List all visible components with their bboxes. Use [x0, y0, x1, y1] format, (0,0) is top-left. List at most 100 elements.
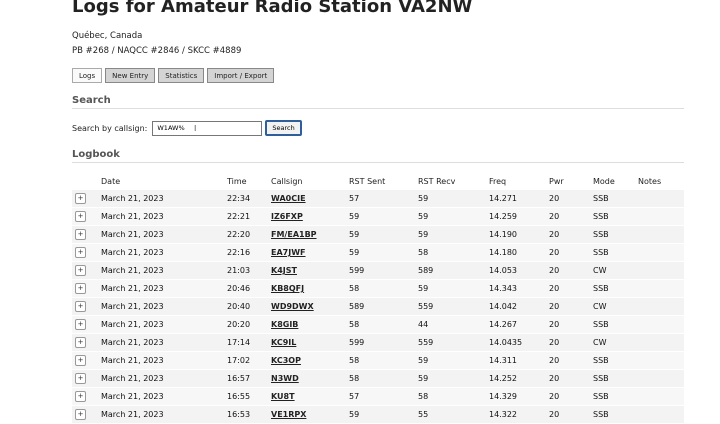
entry-rst-recv-cell: 59	[418, 351, 489, 370]
entry-rst-recv-cell: 59	[418, 190, 489, 208]
entry-time-cell: 17:14	[227, 333, 271, 352]
callsign-link[interactable]: KU8T	[271, 392, 295, 401]
entry-freq-cell: 14.0435	[489, 333, 549, 352]
table-row: + March 21, 2023 22:34 WA0CIE 57 59 14.271 20 SS…	[72, 190, 684, 208]
table-row: + March 21, 2023 16:55 KU8T 57 58 14.329 20 SSB	[72, 387, 684, 406]
entry-notes-cell	[638, 405, 684, 424]
entry-rst-sent-cell: 599	[349, 261, 418, 280]
entry-date-cell: March 21, 2023	[101, 207, 227, 226]
entry-notes-cell	[638, 315, 684, 334]
callsign-link[interactable]: WA0CIE	[271, 194, 306, 203]
entry-callsign-cell: FM/EA1BP	[271, 225, 349, 244]
expand-row-icon[interactable]: +	[75, 211, 86, 222]
entry-mode-cell: SSB	[593, 243, 638, 262]
expand-row-icon[interactable]: +	[75, 283, 86, 294]
callsign-link[interactable]: K8GIB	[271, 320, 298, 329]
callsign-link[interactable]: IZ6FXP	[271, 212, 303, 221]
entry-date-cell: March 21, 2023	[101, 297, 227, 316]
entry-callsign-cell: KB8QFJ	[271, 279, 349, 298]
tab-statistics[interactable]: Statistics	[158, 68, 205, 83]
callsign-link[interactable]: WD9DWX	[271, 302, 314, 311]
entry-callsign-cell: KC9IL	[271, 333, 349, 352]
callsign-link[interactable]: KC9IL	[271, 338, 296, 347]
text-cursor-icon: I	[194, 124, 197, 133]
entry-time-cell: 22:16	[227, 243, 271, 262]
expand-row-icon[interactable]: +	[75, 337, 86, 348]
callsign-link[interactable]: EA7JWF	[271, 248, 306, 257]
expand-row-icon[interactable]: +	[75, 373, 86, 384]
entry-date-cell: March 21, 2023	[101, 225, 227, 244]
entry-notes-cell	[638, 243, 684, 262]
expand-row-icon[interactable]: +	[75, 247, 86, 258]
table-row: + March 21, 2023 20:20 K8GIB 58 44 14.267 20 SSB	[72, 315, 684, 334]
expand-row-icon[interactable]: +	[75, 193, 86, 204]
table-row: + March 21, 2023 17:02 KC3OP 58 59 14.311 20 SSB	[72, 351, 684, 370]
entry-freq-cell: 14.322	[489, 405, 549, 424]
entry-time-cell: 22:34	[227, 190, 271, 208]
expand-cell: +	[72, 243, 101, 262]
table-row: + March 21, 2023 22:16 EA7JWF 59 58 14.180 20 SS…	[72, 243, 684, 262]
expand-row-icon[interactable]: +	[75, 409, 86, 420]
tab-logs[interactable]: Logs	[72, 68, 103, 83]
entry-freq-cell: 14.343	[489, 279, 549, 298]
tab-import-export[interactable]: Import / Export	[207, 68, 275, 83]
entry-freq-cell: 14.180	[489, 243, 549, 262]
entry-freq-cell: 14.053	[489, 261, 549, 280]
expand-row-icon[interactable]: +	[75, 355, 86, 366]
expand-cell: +	[72, 315, 101, 334]
expand-row-icon[interactable]: +	[75, 301, 86, 312]
entry-pwr-cell: 20	[549, 297, 593, 316]
expand-cell: +	[72, 279, 101, 298]
entry-mode-cell: SSB	[593, 207, 638, 226]
expand-row-icon[interactable]: +	[75, 229, 86, 240]
entry-rst-recv-cell: 559	[418, 333, 489, 352]
entry-time-cell: 17:02	[227, 351, 271, 370]
tab-new-entry[interactable]: New Entry	[105, 68, 156, 83]
entry-mode-cell: CW	[593, 261, 638, 280]
entry-time-cell: 16:55	[227, 387, 271, 406]
column-header-notes: Notes	[638, 176, 662, 186]
table-row: + March 21, 2023 20:46 KB8QFJ 58 59 14.343 20 SS…	[72, 279, 684, 298]
entry-rst-sent-cell: 57	[349, 190, 418, 208]
entry-pwr-cell: 20	[549, 369, 593, 388]
expand-cell: +	[72, 405, 101, 424]
entry-freq-cell: 14.259	[489, 207, 549, 226]
column-header-rst-recv: RST Recv	[418, 176, 456, 186]
entry-rst-sent-cell: 58	[349, 369, 418, 388]
entry-date-cell: March 21, 2023	[101, 351, 227, 370]
entry-rst-sent-cell: 59	[349, 405, 418, 424]
callsign-link[interactable]: VE1RPX	[271, 410, 306, 419]
entry-date-cell: March 21, 2023	[101, 243, 227, 262]
entry-callsign-cell: N3WD	[271, 369, 349, 388]
expand-cell: +	[72, 369, 101, 388]
search-heading: Search	[72, 95, 684, 109]
callsign-link[interactable]: K4JST	[271, 266, 297, 275]
expand-row-icon[interactable]: +	[75, 265, 86, 276]
entry-mode-cell: SSB	[593, 387, 638, 406]
search-form: Search by callsign: Search	[72, 120, 302, 136]
entry-callsign-cell: K8GIB	[271, 315, 349, 334]
expand-cell: +	[72, 297, 101, 316]
entry-mode-cell: CW	[593, 297, 638, 316]
entry-date-cell: March 21, 2023	[101, 261, 227, 280]
expand-row-icon[interactable]: +	[75, 319, 86, 330]
expand-row-icon[interactable]: +	[75, 391, 86, 402]
column-header-mode: Mode	[593, 176, 615, 186]
entry-rst-recv-cell: 58	[418, 387, 489, 406]
entry-time-cell: 16:57	[227, 369, 271, 388]
entry-mode-cell: CW	[593, 333, 638, 352]
callsign-link[interactable]: KB8QFJ	[271, 284, 304, 293]
entry-pwr-cell: 20	[549, 387, 593, 406]
expand-cell: +	[72, 351, 101, 370]
entry-time-cell: 20:20	[227, 315, 271, 334]
search-button[interactable]: Search	[265, 120, 302, 136]
expand-cell: +	[72, 190, 101, 208]
column-header-expand	[72, 172, 101, 190]
callsign-link[interactable]: N3WD	[271, 374, 299, 383]
entry-callsign-cell: WD9DWX	[271, 297, 349, 316]
callsign-link[interactable]: FM/EA1BP	[271, 230, 317, 239]
table-row: + March 21, 2023 20:40 WD9DWX 589 559 14.042 20…	[72, 297, 684, 316]
entry-rst-recv-cell: 55	[418, 405, 489, 424]
callsign-search-input[interactable]	[152, 120, 263, 136]
callsign-link[interactable]: KC3OP	[271, 356, 301, 365]
